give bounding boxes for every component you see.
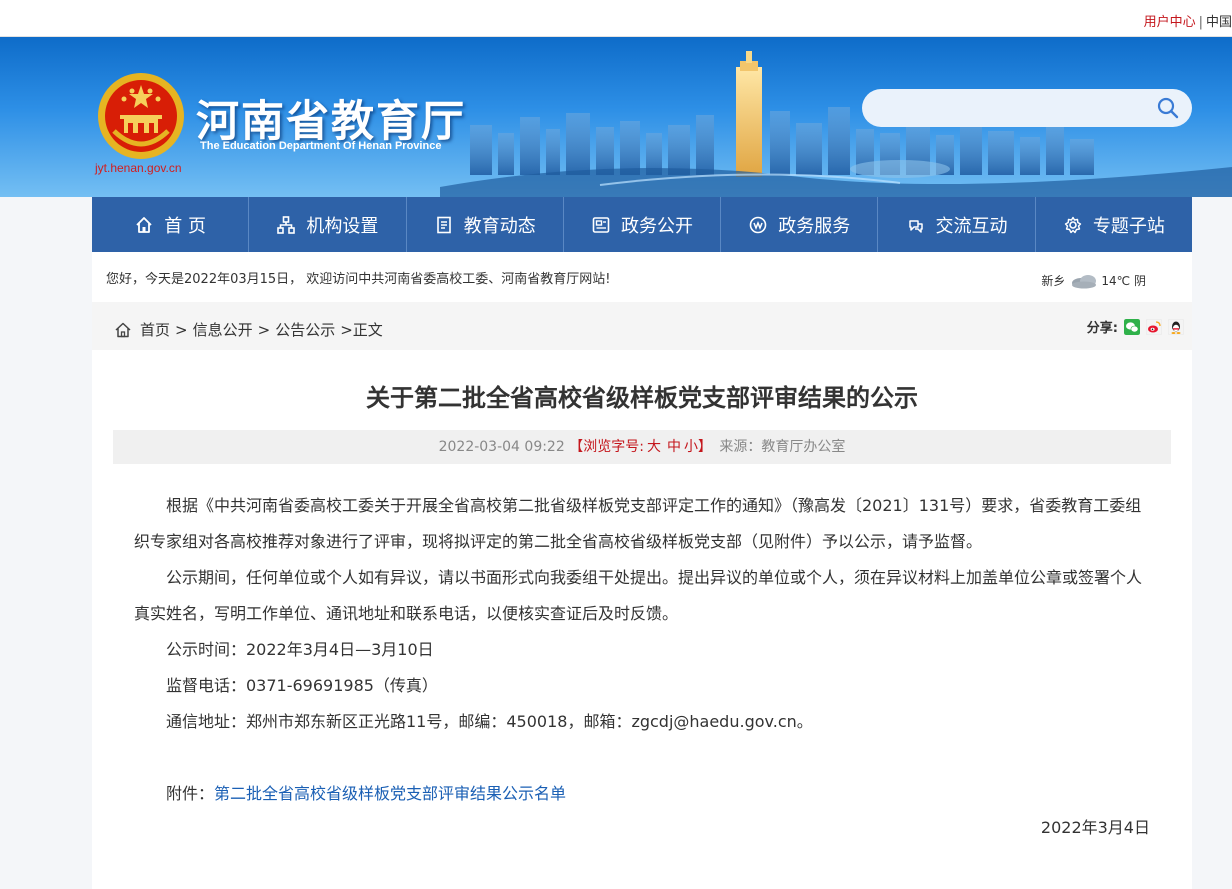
wechat-icon[interactable] [1124, 318, 1140, 335]
article-title: 关于第二批全省高校省级样板党支部评审结果的公示 [366, 384, 918, 412]
site-header: jyt.henan.gov.cn 河南省教育厅 The Education De… [0, 37, 1232, 197]
search-input[interactable] [878, 98, 1152, 120]
article-paragraph: 公示期间，任何单位或个人如有异议，请以书面形式向我委组干处提出。提出异议的单位或… [134, 568, 1143, 623]
weibo-icon[interactable] [1146, 318, 1162, 335]
home-icon [136, 216, 152, 233]
breadcrumb-arrow: > [175, 320, 188, 339]
nav-label: 教育动态 [463, 215, 536, 237]
font-large-button[interactable]: 大 [647, 439, 661, 455]
user-center-link[interactable]: 用户中心 [1144, 15, 1196, 30]
site-subtitle: The Education Department Of Henan Provin… [200, 140, 442, 152]
weather-condition: 阴 [1133, 274, 1146, 288]
article-date: 2022-03-04 09:22 [438, 439, 565, 455]
top-links: 用户中心 | 中国 [1144, 11, 1232, 30]
search-box [862, 89, 1192, 127]
article-meta: 2022-03-04 09:22 【浏览字号: 大中小】 来源：教育厅办公室 [113, 430, 1171, 464]
weather-city: 新乡 [1041, 274, 1066, 288]
article-source: 来源：教育厅办公室 [719, 439, 846, 455]
nav-label: 政务服务 [778, 215, 851, 237]
breadcrumb-bar: 首页 > 信息公开 > 公告公示 >正文 分享: [92, 302, 1192, 350]
nav-item-government-service[interactable]: 政务服务 [721, 197, 879, 252]
document-icon [436, 216, 451, 233]
font-medium-button[interactable]: 中 [667, 439, 681, 455]
article-paragraph: 通信地址：郑州市郑东新区正光路11号，邮编：450018，邮箱：zgcdj@ha… [166, 712, 813, 731]
top-separator: | [1198, 15, 1203, 30]
site-domain: jyt.henan.gov.cn [95, 161, 182, 175]
nav-label: 机构设置 [306, 215, 379, 237]
main-nav: 首 页 机构设置 教育动态 政务公开 政务服务 交流互动 专题子站 [92, 197, 1192, 252]
nav-label: 专题子站 [1092, 215, 1165, 237]
qq-icon[interactable] [1168, 318, 1184, 335]
org-structure-icon [277, 215, 296, 234]
breadcrumb-info-public[interactable]: 信息公开 [193, 319, 253, 340]
nav-item-home[interactable]: 首 页 [92, 197, 250, 252]
china-link[interactable]: 中国 [1206, 15, 1232, 30]
search-icon[interactable] [1156, 96, 1180, 120]
weather-widget: 新乡 14℃ 阴 [1041, 272, 1146, 289]
breadcrumb-home[interactable]: 首页 [140, 319, 170, 340]
attachment-line: 附件：第二批全省高校省级样板党支部评审结果公示名单 [134, 776, 1152, 812]
article-body: 根据《中共河南省委高校工委关于开展全省高校第二批省级样板党支部评定工作的通知》（… [134, 488, 1152, 812]
nav-label: 交流互动 [935, 215, 1008, 237]
article-content: 关于第二批全省高校省级样板党支部评审结果的公示 2022-03-04 09:22… [92, 350, 1192, 889]
article-paragraph: 公示时间：2022年3月4日—3月10日 [166, 640, 434, 659]
share-label: 分享: [1086, 321, 1118, 336]
service-icon [749, 216, 767, 233]
welcome-text: 您好，今天是2022年03月15日， 欢迎访问中共河南省委高校工委、河南省教育厅… [106, 272, 611, 287]
breadcrumb: 首页 > 信息公开 > 公告公示 >正文 [114, 319, 383, 340]
nav-label: 首 页 [164, 215, 206, 237]
settings-gear-icon [1064, 216, 1082, 233]
breadcrumb-current: >正文 [340, 321, 383, 339]
notice-board-icon [592, 216, 610, 233]
nav-item-topic-sites[interactable]: 专题子站 [1036, 197, 1192, 252]
welcome-bar: 您好，今天是2022年03月15日， 欢迎访问中共河南省委高校工委、河南省教育厅… [92, 252, 1192, 302]
nav-label: 政务公开 [620, 215, 693, 237]
attachment-link[interactable]: 第二批全省高校省级样板党支部评审结果公示名单 [214, 784, 566, 803]
national-emblem-icon [98, 73, 184, 159]
sign-date: 2022年3月4日 [1040, 818, 1150, 837]
nav-item-organization[interactable]: 机构设置 [249, 197, 407, 252]
breadcrumb-announcements[interactable]: 公告公示 [275, 319, 335, 340]
font-small-button[interactable]: 小】 [684, 439, 712, 455]
nav-item-interaction[interactable]: 交流互动 [878, 197, 1036, 252]
share-bar: 分享: [1087, 317, 1184, 336]
interaction-icon [908, 219, 923, 233]
cloudy-icon [1072, 274, 1097, 288]
attachment-label: 附件： [166, 784, 215, 803]
top-bar: 用户中心 | 中国 [0, 0, 1232, 37]
article-paragraph: 根据《中共河南省委高校工委关于开展全省高校第二批省级样板党支部评定工作的通知》（… [134, 496, 1142, 551]
breadcrumb-arrow: > [257, 320, 271, 339]
nav-item-education-news[interactable]: 教育动态 [407, 197, 564, 252]
font-size-switcher: 【浏览字号: 大中小】 [569, 439, 719, 455]
weather-temperature: 14℃ [1101, 273, 1131, 288]
nav-item-government-affairs[interactable]: 政务公开 [564, 197, 722, 252]
font-size-label: 【浏览字号: [569, 439, 644, 455]
article-paragraph: 监督电话：0371-69691985（传真） [166, 676, 438, 695]
home-icon [115, 322, 131, 337]
